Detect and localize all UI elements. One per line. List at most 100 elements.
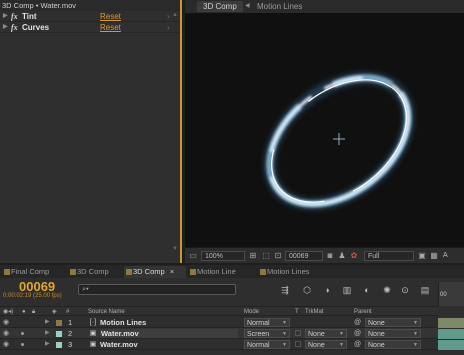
fx-icon[interactable]: fx (11, 22, 18, 33)
preserve-transparency-header[interactable]: T (295, 308, 299, 316)
eye-icon[interactable]: ◉ (3, 329, 9, 338)
show-snapshot-icon[interactable]: ♟ (337, 251, 347, 261)
chevron-right-icon: › (167, 23, 170, 32)
tab-motion-line[interactable]: Motion Line (188, 266, 258, 278)
twirl-right-icon[interactable]: ▶ (3, 11, 8, 22)
layer-row-motion-lines[interactable]: ◉ ▶ 1 [·] Motion Lines Normal ▼ @ None ▼ (0, 317, 438, 328)
channel-icon[interactable]: ✿ (349, 251, 359, 261)
ruler-label: 00 (440, 292, 447, 298)
pickwhip-icon[interactable]: @ (354, 329, 361, 338)
parent-header[interactable]: Parent (354, 308, 372, 316)
current-time-field[interactable]: 00069 (285, 251, 323, 261)
pickwhip-icon[interactable]: @ (354, 318, 361, 327)
tab-3d-comp-active[interactable]: 3D Comp × (124, 266, 186, 278)
current-time-subtext: 0:00:02:19 (25.00 fps) (3, 293, 62, 299)
reset-link[interactable]: Reset (100, 22, 121, 33)
eye-icon[interactable]: ◉ (3, 318, 9, 327)
layer-name[interactable]: Water.mov (100, 329, 238, 338)
layer-row-water-mov[interactable]: ◉ ▶ 3 ▣ Water.mov Normal ▼ None ▼ @ None ▼ (0, 339, 438, 350)
lock-header-icon[interactable]: 🔒︎ (32, 308, 35, 316)
tab-3d-comp[interactable]: 3D Comp (197, 1, 243, 12)
motion-blur-icon[interactable]: ◐ (360, 284, 374, 296)
view-label[interactable]: A (443, 251, 448, 261)
preserve-transparency-checkbox[interactable] (295, 330, 301, 336)
current-frame-display[interactable]: 00069 (19, 279, 55, 294)
composition-canvas[interactable] (185, 13, 464, 247)
layer-row-water-mov[interactable]: ◉ ▶ 2 ▣ Water.mov Screen ▼ None ▼ @ None ▼ (0, 328, 438, 339)
effect-name: Curves (22, 23, 50, 32)
tab-motion-lines[interactable]: Motion Lines (257, 1, 302, 12)
timeline-panel: 00069 0:00:02:19 (25.00 fps) ⌕▾ ⇶ ⬡ ◑ ▥ … (0, 278, 464, 355)
fast-preview-icon[interactable]: ▣ (417, 251, 427, 261)
twirl-right-icon[interactable]: ▶ (45, 318, 50, 327)
mode-header[interactable]: Mode (244, 308, 259, 316)
tab-final-comp[interactable]: Final Comp (2, 266, 68, 278)
time-ruler[interactable]: 00 (438, 282, 464, 306)
effect-curves-row[interactable]: ▶ fx Curves Reset › (0, 22, 180, 33)
parent-dropdown[interactable]: None ▼ (365, 318, 421, 327)
scroll-up-icon[interactable]: ▲ (172, 11, 178, 19)
source-name-header[interactable]: Source Name (88, 308, 125, 316)
transparency-grid-icon[interactable]: ▦ (429, 251, 439, 261)
solo-icon[interactable] (21, 343, 24, 346)
tab-motion-lines[interactable]: Motion Lines (258, 266, 328, 278)
pickwhip-icon[interactable]: @ (354, 340, 361, 349)
blend-mode-dropdown[interactable]: Screen ▼ (244, 329, 290, 338)
parent-dropdown[interactable]: None ▼ (365, 340, 421, 349)
layer-number-header-icon[interactable]: # (66, 308, 69, 316)
comp-swatch (260, 269, 266, 275)
label-color-swatch[interactable] (56, 342, 62, 348)
draft-3d-icon[interactable]: ⬡ (300, 284, 314, 296)
parent-dropdown[interactable]: None ▼ (365, 329, 421, 338)
always-preview-icon[interactable]: ▭ (188, 251, 198, 261)
grid-icon[interactable]: ⊞ (248, 251, 258, 261)
blend-mode-dropdown[interactable]: Normal ▼ (244, 318, 290, 327)
footage-icon: ▣ (89, 330, 97, 337)
effects-scrollbar[interactable]: ▲ ▼ (172, 11, 178, 263)
trkmat-dropdown[interactable]: None ▼ (305, 340, 347, 349)
twirl-right-icon[interactable]: ▶ (45, 329, 50, 338)
search-icon: ⌕▾ (82, 286, 89, 293)
trkmat-header[interactable]: TrkMat (305, 308, 323, 316)
tab-label: 3D Comp (77, 267, 109, 276)
graph-editor-icon[interactable]: ⊙ (398, 284, 412, 296)
hide-shy-layers-icon[interactable]: ◑ (320, 284, 334, 296)
scroll-down-icon[interactable]: ▼ (172, 245, 178, 253)
anchor-point-icon (333, 133, 345, 145)
solo-header-icon[interactable]: ● (22, 308, 26, 316)
frame-blending-icon[interactable]: ▥ (340, 284, 354, 296)
twirl-right-icon[interactable]: ▶ (3, 22, 8, 33)
layer-name[interactable]: Water.mov (100, 340, 138, 349)
snapshot-icon[interactable]: ◙ (325, 251, 335, 261)
layer-duration-bar[interactable] (438, 318, 464, 328)
label-header-icon[interactable]: ◈ (52, 308, 57, 316)
close-icon[interactable]: × (170, 267, 174, 276)
trkmat-dropdown[interactable]: None ▼ (305, 329, 347, 338)
effect-controls-panel: 3D Comp • Water.mov ▶ fx Tint Reset › ▶ … (0, 0, 182, 263)
effect-tint-row[interactable]: ▶ fx Tint Reset › (0, 11, 180, 22)
resolution-dropdown[interactable]: Full (364, 251, 414, 261)
layer-duration-bar[interactable] (438, 329, 464, 339)
current-time-icon: ⊡ (274, 251, 282, 260)
eye-icon[interactable]: ◉ (3, 340, 9, 349)
av-switches-icon[interactable]: ◉◂) (3, 308, 13, 316)
layer-name[interactable]: Motion Lines (100, 318, 146, 327)
layer-search-input[interactable]: ⌕▾ (78, 284, 236, 295)
label-color-swatch[interactable] (56, 331, 62, 337)
render-queue-icon[interactable]: ▤ (418, 284, 432, 296)
water-ring-render (264, 72, 414, 210)
blend-mode-dropdown[interactable]: Normal ▼ (244, 340, 290, 349)
fx-icon[interactable]: fx (11, 11, 18, 22)
reset-link[interactable]: Reset (100, 11, 121, 22)
magnification-dropdown[interactable]: 100% (201, 251, 245, 261)
region-of-interest-icon[interactable]: ⬚ (261, 251, 271, 261)
brainstorm-icon[interactable]: ✺ (380, 284, 394, 296)
label-color-swatch[interactable] (56, 320, 62, 326)
comp-mini-flowchart-icon[interactable]: ⇶ (278, 284, 292, 296)
tab-3d-comp[interactable]: 3D Comp (68, 266, 122, 278)
preserve-transparency-checkbox[interactable] (295, 341, 301, 347)
solo-icon[interactable] (21, 332, 24, 335)
twirl-right-icon[interactable]: ▶ (45, 340, 50, 349)
layer-duration-bar[interactable] (438, 340, 464, 350)
tab-label: Motion Lines (267, 267, 310, 276)
